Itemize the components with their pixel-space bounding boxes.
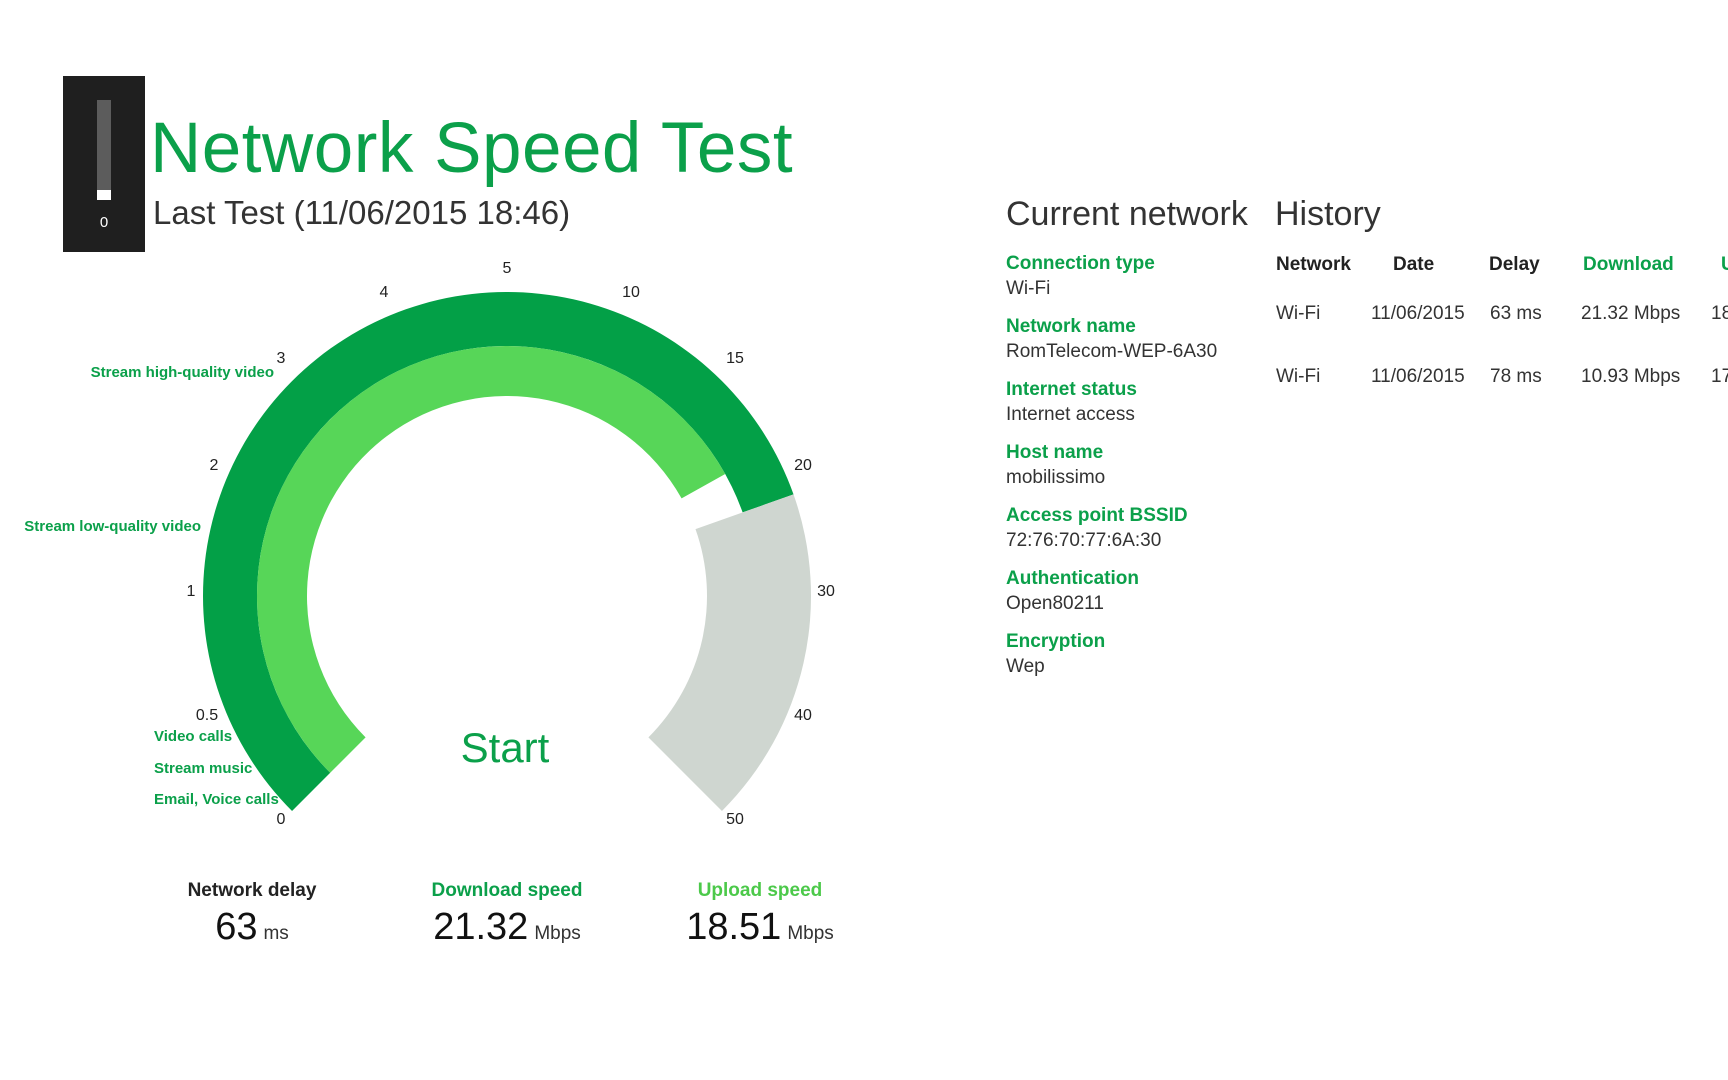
history-cell: 63 ms [1490,303,1542,324]
history-cell: 21.32 Mbps [1581,303,1681,324]
history-col-date[interactable]: Date [1393,254,1434,276]
history-cell: 78 ms [1490,366,1542,387]
history-cell: 11/06/2015 [1371,303,1465,324]
history-cell: Wi-Fi [1276,303,1321,324]
history-col-download[interactable]: Download [1583,254,1674,276]
history-cell: Wi-Fi [1276,366,1321,387]
history-cell: 18 [1711,303,1728,324]
history-col-network[interactable]: Network [1276,254,1351,276]
history-table: Network Date Delay Download U Wi-Fi 11/0… [0,0,1728,1080]
history-col-delay[interactable]: Delay [1489,254,1540,276]
history-cell: 10.93 Mbps [1581,366,1681,387]
history-cell: 17 [1711,366,1728,387]
history-col-upload[interactable]: U [1721,254,1728,276]
history-cell: 11/06/2015 [1371,366,1465,387]
